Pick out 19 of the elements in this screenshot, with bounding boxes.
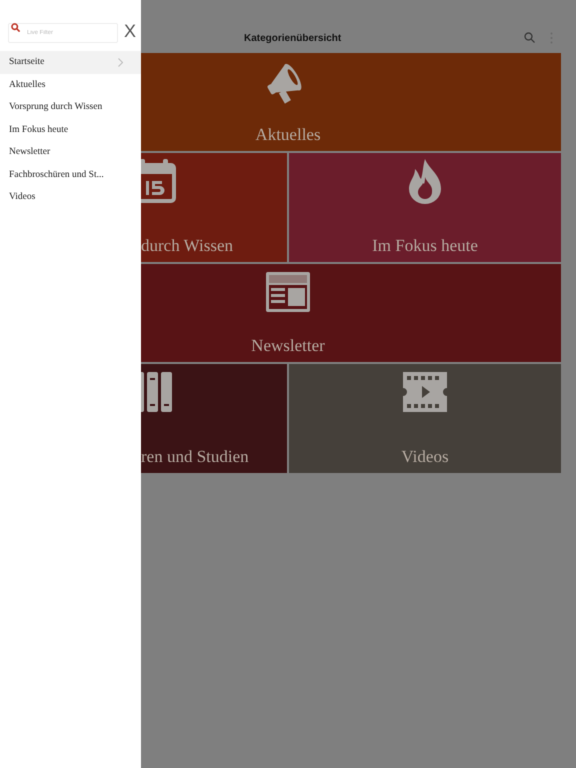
tile-label: Newsletter (251, 337, 325, 354)
page-title: Kategorienübersicht (244, 32, 342, 46)
tile-label: Videos (401, 448, 449, 465)
category-tile[interactable]: Newsletter (141, 264, 561, 362)
category-tile[interactable]: Aktuelles (141, 53, 561, 151)
tile-label: durch Wissen (141, 237, 234, 254)
category-tile[interactable]: durch Wissen (141, 153, 287, 262)
tile-label: ren und Studien (141, 448, 249, 465)
search-icon[interactable] (524, 32, 535, 43)
close-button[interactable]: X (124, 22, 136, 40)
tile-label: Aktuelles (255, 126, 321, 143)
category-tile[interactable]: Im Fokus heute (289, 153, 561, 262)
search-icon (11, 23, 20, 32)
calendar-icon (141, 157, 178, 205)
category-tile[interactable]: Videos (289, 364, 561, 473)
tile-label: Im Fokus heute (372, 237, 478, 254)
category-tile[interactable]: ren und Studien (141, 364, 287, 473)
menu-item[interactable]: Startseite (0, 51, 141, 74)
chevron-icon (118, 58, 123, 67)
